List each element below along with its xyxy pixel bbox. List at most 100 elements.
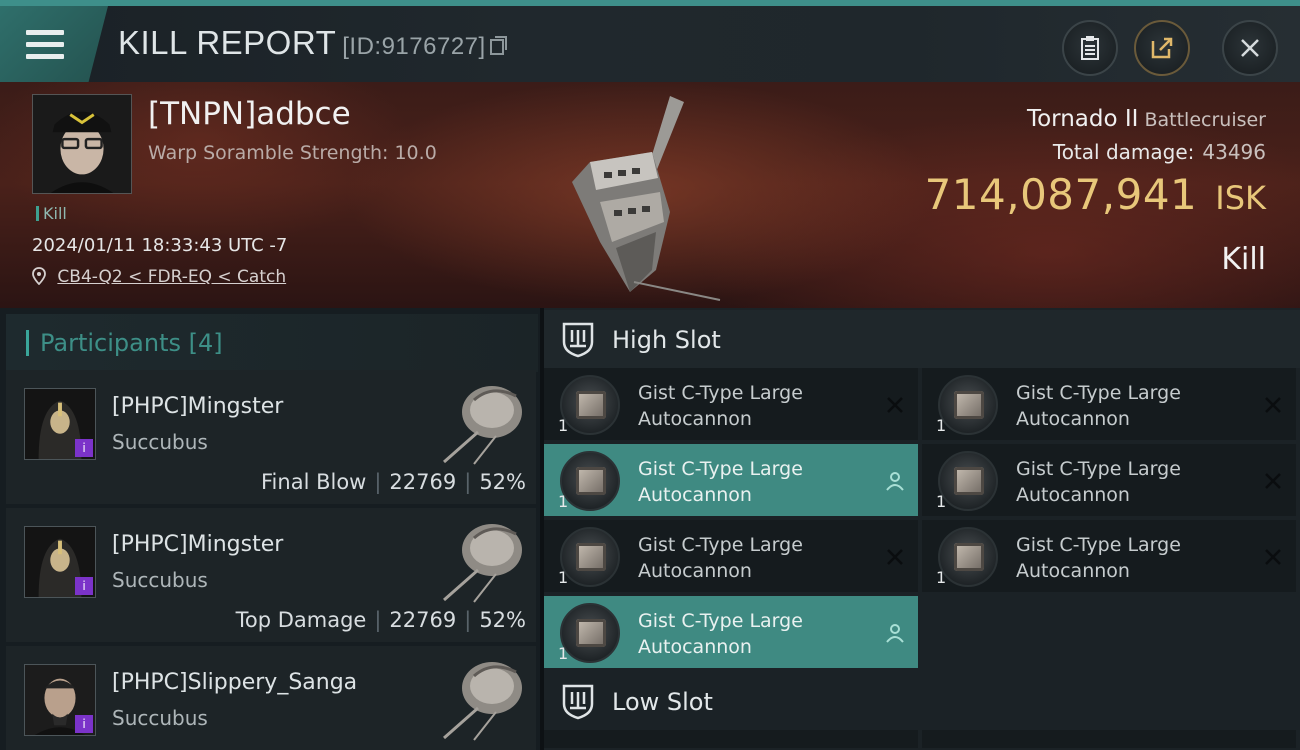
low-slot-header: Low Slot xyxy=(544,672,1300,730)
module-name: Gist C-Type Large Autocannon xyxy=(1016,534,1181,582)
participants-label: Participants xyxy=(40,329,181,357)
participant-ship-image xyxy=(443,524,522,603)
clipboard-button[interactable] xyxy=(1062,20,1118,76)
destroyed-icon xyxy=(1265,397,1281,413)
destroyed-icon xyxy=(887,397,903,413)
participant-ship: Succubus xyxy=(112,568,208,592)
ship-class: Battlecruiser xyxy=(1144,109,1266,131)
module-item[interactable]: 1 Gist C-Type Large Autocannon xyxy=(544,596,918,670)
close-icon xyxy=(1241,39,1259,57)
kill-result: Kill xyxy=(1221,242,1266,277)
location-pin-icon xyxy=(32,267,46,286)
module-qty: 1 xyxy=(936,492,947,511)
autocannon-icon xyxy=(938,375,998,435)
module-item[interactable]: 1 Gist C-Type Large Autocannon xyxy=(544,444,918,518)
module-item-partial[interactable] xyxy=(922,730,1296,750)
participant-row[interactable]: i [PHPC]Slippery_Sanga Succubus xyxy=(6,646,536,750)
participant-name: [PHPC]Mingster xyxy=(112,532,284,557)
victim-banner: [TNPN]adbce Warp Soramble Strength: 10.0… xyxy=(0,82,1300,308)
hamburger-icon xyxy=(26,30,64,66)
title-text: KILL REPORT xyxy=(118,24,337,61)
participant-damage: 22769 xyxy=(389,470,457,494)
participants-count: [4] xyxy=(188,329,223,357)
module-name: Gist C-Type Large Autocannon xyxy=(1016,458,1181,506)
autocannon-icon xyxy=(560,375,620,435)
victim-ship-render xyxy=(572,96,721,301)
kill-tag: Kill xyxy=(36,204,67,223)
alpha-badge: i xyxy=(75,439,93,457)
top-bar: KILL REPORT [ID:9176727] xyxy=(0,0,1300,82)
destroyed-icon xyxy=(1265,473,1281,489)
victim-name[interactable]: [TNPN]adbce xyxy=(148,96,351,132)
low-slot-label: Low Slot xyxy=(612,688,713,716)
participant-avatar: i xyxy=(24,664,96,736)
module-name: Gist C-Type Large Autocannon xyxy=(638,610,803,658)
menu-button[interactable] xyxy=(0,6,108,82)
participant-avatar: i xyxy=(24,388,96,460)
share-button[interactable] xyxy=(1134,20,1190,76)
fitting-panel: High Slot 1 Gist C-Type Large Autocannon… xyxy=(544,308,1300,750)
page-title: KILL REPORT [ID:9176727] xyxy=(118,24,507,62)
dropped-icon xyxy=(886,472,904,491)
ship-name: Tornado II xyxy=(1026,106,1139,132)
module-name: Gist C-Type Large Autocannon xyxy=(638,534,803,582)
module-item[interactable]: 1 Gist C-Type Large Autocannon xyxy=(922,368,1296,442)
dropped-icon xyxy=(886,624,904,643)
module-qty: 1 xyxy=(558,568,569,587)
participant-ship: Succubus xyxy=(112,706,208,730)
isk-amount: 714,087,941 xyxy=(924,170,1198,219)
participant-ship-image xyxy=(443,386,522,465)
participant-row[interactable]: i [PHPC]Mingster Succubus Final Blow | 227… xyxy=(6,370,536,504)
isk-value: 714,087,941 ISK xyxy=(925,170,1266,219)
participant-stats: Final Blow | 22769 | 52% xyxy=(261,470,526,494)
low-slot-icon xyxy=(562,684,594,720)
destroyed-icon xyxy=(887,549,903,565)
participant-name: [PHPC]Slippery_Sanga xyxy=(112,670,358,695)
total-damage-label: Total damage: xyxy=(1052,140,1195,164)
participants-panel: Participants [4] i [PHPC]Mingster Succub… xyxy=(0,308,540,750)
autocannon-icon xyxy=(560,527,620,587)
module-name: Gist C-Type Large Autocannon xyxy=(638,382,803,430)
total-damage-value: 43496 xyxy=(1202,140,1266,164)
participant-ship: Succubus xyxy=(112,430,208,454)
autocannon-icon xyxy=(938,451,998,511)
high-slot-header: High Slot xyxy=(544,310,1300,368)
participants-title: Participants [4] xyxy=(40,329,223,357)
participant-tag: Top Damage xyxy=(235,608,367,632)
close-button[interactable] xyxy=(1222,20,1278,76)
module-qty: 1 xyxy=(936,568,947,587)
participant-row[interactable]: i [PHPC]Mingster Succubus Top Damage | 227… xyxy=(6,508,536,642)
pilot-portrait-image xyxy=(33,95,131,193)
module-qty: 1 xyxy=(558,416,569,435)
victim-detail: Warp Soramble Strength: 10.0 xyxy=(148,142,437,164)
report-id: [ID:9176727] xyxy=(342,33,486,60)
participant-tag: Final Blow xyxy=(261,470,367,494)
participant-name: [PHPC]Mingster xyxy=(112,394,284,419)
participant-percent: 52% xyxy=(479,470,526,494)
module-qty: 1 xyxy=(558,492,569,511)
copy-icon[interactable] xyxy=(489,36,507,55)
destroyed-icon xyxy=(1265,549,1281,565)
victim-ship[interactable]: Tornado II Battlecruiser xyxy=(1027,106,1266,132)
header-accent-bar xyxy=(26,330,29,356)
kill-datetime: 2024/01/11 18:33:43 UTC -7 xyxy=(32,235,288,256)
high-slot-label: High Slot xyxy=(612,326,721,354)
kill-location[interactable]: CB4-Q2 < FDR-EQ < Catch xyxy=(32,267,286,287)
module-name: Gist C-Type Large Autocannon xyxy=(1016,382,1181,430)
autocannon-icon xyxy=(938,527,998,587)
clipboard-icon xyxy=(1081,36,1099,60)
module-qty: 1 xyxy=(558,644,569,663)
module-item[interactable]: 1 Gist C-Type Large Autocannon xyxy=(922,444,1296,518)
victim-portrait[interactable] xyxy=(32,94,132,194)
alpha-badge: i xyxy=(75,715,93,733)
isk-unit: ISK xyxy=(1215,179,1266,217)
module-item-partial[interactable] xyxy=(544,730,918,750)
module-item[interactable]: 1 Gist C-Type Large Autocannon xyxy=(544,368,918,442)
participants-header: Participants [4] xyxy=(6,314,538,372)
location-link[interactable]: CB4-Q2 < FDR-EQ < Catch xyxy=(57,267,286,287)
share-icon xyxy=(1151,37,1173,59)
autocannon-icon xyxy=(560,451,620,511)
alpha-badge: i xyxy=(75,577,93,595)
module-item[interactable]: 1 Gist C-Type Large Autocannon xyxy=(544,520,918,594)
module-item[interactable]: 1 Gist C-Type Large Autocannon xyxy=(922,520,1296,594)
